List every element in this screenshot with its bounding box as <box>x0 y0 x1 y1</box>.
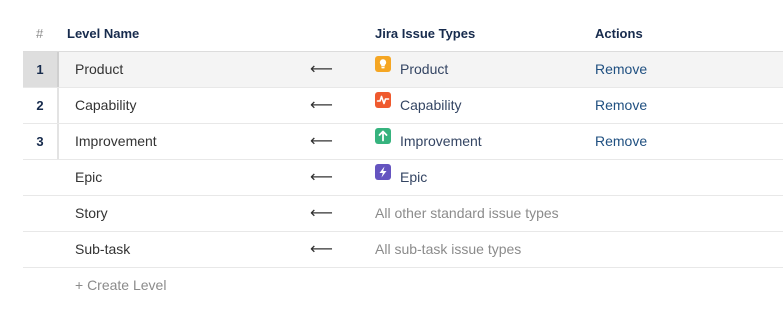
level-number[interactable]: 2 <box>23 88 59 123</box>
table-row-capability[interactable]: 2 Capability ⟵ Capability Remove <box>23 88 783 124</box>
table-row-improvement[interactable]: 3 Improvement ⟵ Improvement Remove <box>23 124 783 160</box>
issue-type-description: All sub-task issue types <box>375 241 522 257</box>
level-name: Epic <box>75 169 103 185</box>
issue-type-label: Capability <box>400 97 462 113</box>
table-row-sub-task: Sub-task ⟵ All sub-task issue types <box>23 232 783 268</box>
create-level-row: + Create Level <box>23 268 783 303</box>
level-number[interactable]: 3 <box>23 124 59 159</box>
mapping-arrow: ⟵ <box>310 61 333 78</box>
issue-type: Epic <box>375 160 427 195</box>
table-row-product[interactable]: 1 Product ⟵ Product Remove <box>23 52 783 88</box>
issue-type: Product <box>375 52 448 87</box>
mapping-arrow: ⟵ <box>310 169 333 186</box>
column-header-actions: Actions <box>595 26 643 41</box>
level-name: Story <box>75 205 108 221</box>
table-row-story: Story ⟵ All other standard issue types <box>23 196 783 232</box>
column-header-level-name: Level Name <box>67 26 140 41</box>
pulse-icon <box>375 92 391 108</box>
remove-link[interactable]: Remove <box>595 52 647 87</box>
issue-type-description: All other standard issue types <box>375 205 559 221</box>
create-level-button[interactable]: + Create Level <box>75 268 166 303</box>
lightning-icon <box>375 164 391 180</box>
remove-link[interactable]: Remove <box>595 88 647 123</box>
issue-type-label: Product <box>400 61 449 77</box>
level-name: Sub-task <box>75 241 131 257</box>
level-number[interactable]: 1 <box>23 52 59 87</box>
level-name: Capability <box>75 97 137 113</box>
mapping-arrow: ⟵ <box>310 97 333 114</box>
issue-type-label: Improvement <box>400 133 482 149</box>
issue-type: Capability <box>375 88 461 123</box>
hierarchy-levels-table: # Level Name Jira Issue Types Actions 1 … <box>23 16 783 303</box>
level-name: Product <box>75 61 124 77</box>
mapping-arrow: ⟵ <box>310 205 333 222</box>
column-header-issue-types: Jira Issue Types <box>375 26 476 41</box>
level-name: Improvement <box>75 133 157 149</box>
issue-type-label: Epic <box>400 169 428 185</box>
remove-link[interactable]: Remove <box>595 124 647 159</box>
table-header: # Level Name Jira Issue Types Actions <box>23 16 783 52</box>
mapping-arrow: ⟵ <box>310 133 333 150</box>
issue-type: Improvement <box>375 124 482 159</box>
table-row-epic: Epic ⟵ Epic <box>23 160 783 196</box>
lightbulb-icon <box>375 56 391 72</box>
mapping-arrow: ⟵ <box>310 241 333 258</box>
column-header-number: # <box>36 26 44 41</box>
arrow-up-icon <box>375 128 391 144</box>
